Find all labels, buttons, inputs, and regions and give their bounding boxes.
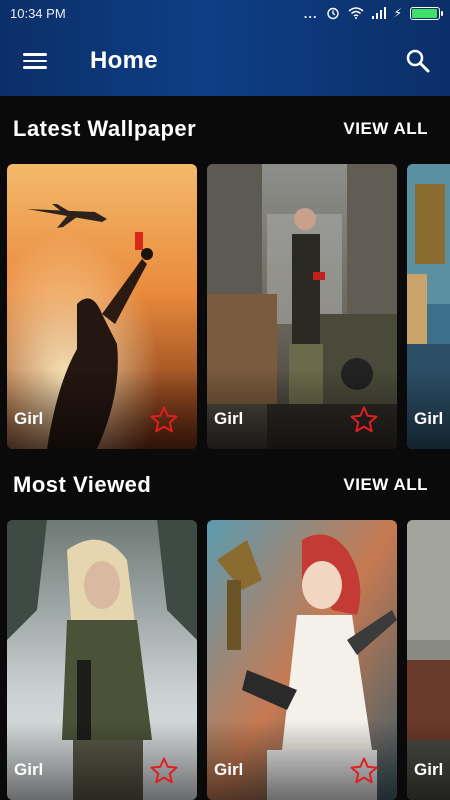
wifi-icon — [348, 7, 364, 19]
page-title: Home — [90, 47, 158, 74]
section-header-latest: Latest Wallpaper VIEW ALL — [0, 109, 450, 149]
menu-icon[interactable] — [0, 26, 70, 96]
wallpaper-label: Girl — [414, 409, 444, 428]
wallpaper-label: Girl — [414, 760, 444, 779]
search-icon[interactable] — [400, 43, 436, 79]
more-dots-icon: ... — [303, 5, 318, 21]
signal-icon — [371, 7, 386, 19]
wallpaper-card[interactable]: Girl — [407, 164, 450, 449]
view-all-button[interactable]: VIEW ALL — [343, 475, 428, 495]
star-outline-icon[interactable] — [349, 405, 379, 435]
wallpaper-label: Girl — [214, 409, 244, 428]
charging-icon: ⚡ — [393, 6, 402, 20]
view-all-button[interactable]: VIEW ALL — [343, 119, 428, 139]
section-header-most-viewed: Most Viewed VIEW ALL — [0, 465, 450, 505]
wallpaper-card[interactable]: Girl — [207, 520, 397, 800]
section-title: Most Viewed — [13, 472, 152, 497]
alarm-icon — [326, 7, 339, 20]
app-header: 10:34 PM ... ⚡ Home — [0, 0, 450, 96]
star-outline-icon[interactable] — [349, 756, 379, 786]
status-bar: 10:34 PM ... ⚡ — [0, 0, 450, 26]
star-outline-icon[interactable] — [149, 756, 179, 786]
wallpaper-row-most-viewed: Girl Girl Girl — [0, 520, 450, 800]
wallpaper-label: Girl — [14, 409, 44, 428]
wallpaper-card[interactable]: Girl — [407, 520, 450, 800]
wallpaper-label: Girl — [14, 760, 44, 779]
wallpaper-card[interactable]: Girl — [7, 520, 197, 800]
wallpaper-row-latest: Girl Girl Girl — [0, 164, 450, 454]
section-title: Latest Wallpaper — [13, 116, 197, 141]
battery-icon — [410, 6, 443, 20]
app-bar: Home — [0, 26, 450, 96]
wallpaper-label: Girl — [214, 760, 244, 779]
star-outline-icon[interactable] — [149, 405, 179, 435]
status-time: 10:34 PM — [10, 5, 66, 21]
wallpaper-card[interactable]: Girl — [7, 164, 197, 449]
wallpaper-card[interactable]: Girl — [207, 164, 397, 449]
status-icons: ... ⚡ — [303, 5, 443, 21]
